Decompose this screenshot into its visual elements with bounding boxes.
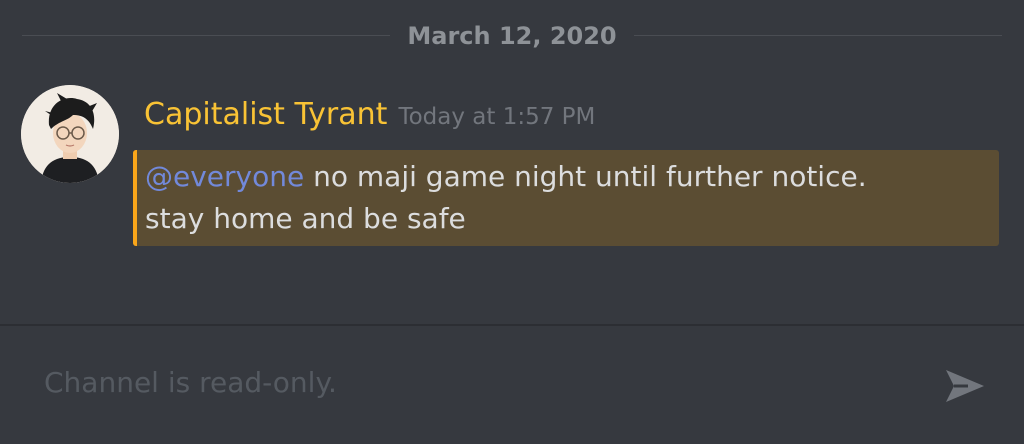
mention-highlight: @everyone no maji game night until furth… bbox=[133, 150, 999, 246]
message-content: @everyone no maji game night until furth… bbox=[145, 156, 990, 240]
chat-view: March 12, 2020 Capitalist Tyrant Today a… bbox=[0, 0, 1024, 444]
message-text-line2: stay home and be safe bbox=[145, 202, 466, 235]
author-name[interactable]: Capitalist Tyrant bbox=[144, 97, 387, 132]
message-text-line1: no maji game night until further notice. bbox=[304, 160, 867, 193]
divider-date: March 12, 2020 bbox=[407, 22, 617, 50]
avatar[interactable] bbox=[21, 85, 119, 183]
divider-line-right bbox=[634, 35, 1002, 36]
send-arrow-icon bbox=[946, 370, 984, 402]
date-divider: March 12, 2020 bbox=[22, 22, 1002, 50]
message-timestamp: Today at 1:57 PM bbox=[398, 104, 596, 130]
mention-highlight-bar bbox=[133, 150, 137, 246]
message-header: Capitalist Tyrant Today at 1:57 PM bbox=[144, 97, 595, 141]
divider-line-left bbox=[22, 35, 390, 36]
avatar-illustration bbox=[21, 85, 119, 183]
everyone-mention[interactable]: @everyone bbox=[145, 160, 304, 193]
read-only-notice: Channel is read-only. bbox=[44, 366, 337, 399]
composer-divider bbox=[0, 324, 1024, 326]
send-icon[interactable] bbox=[944, 366, 986, 406]
